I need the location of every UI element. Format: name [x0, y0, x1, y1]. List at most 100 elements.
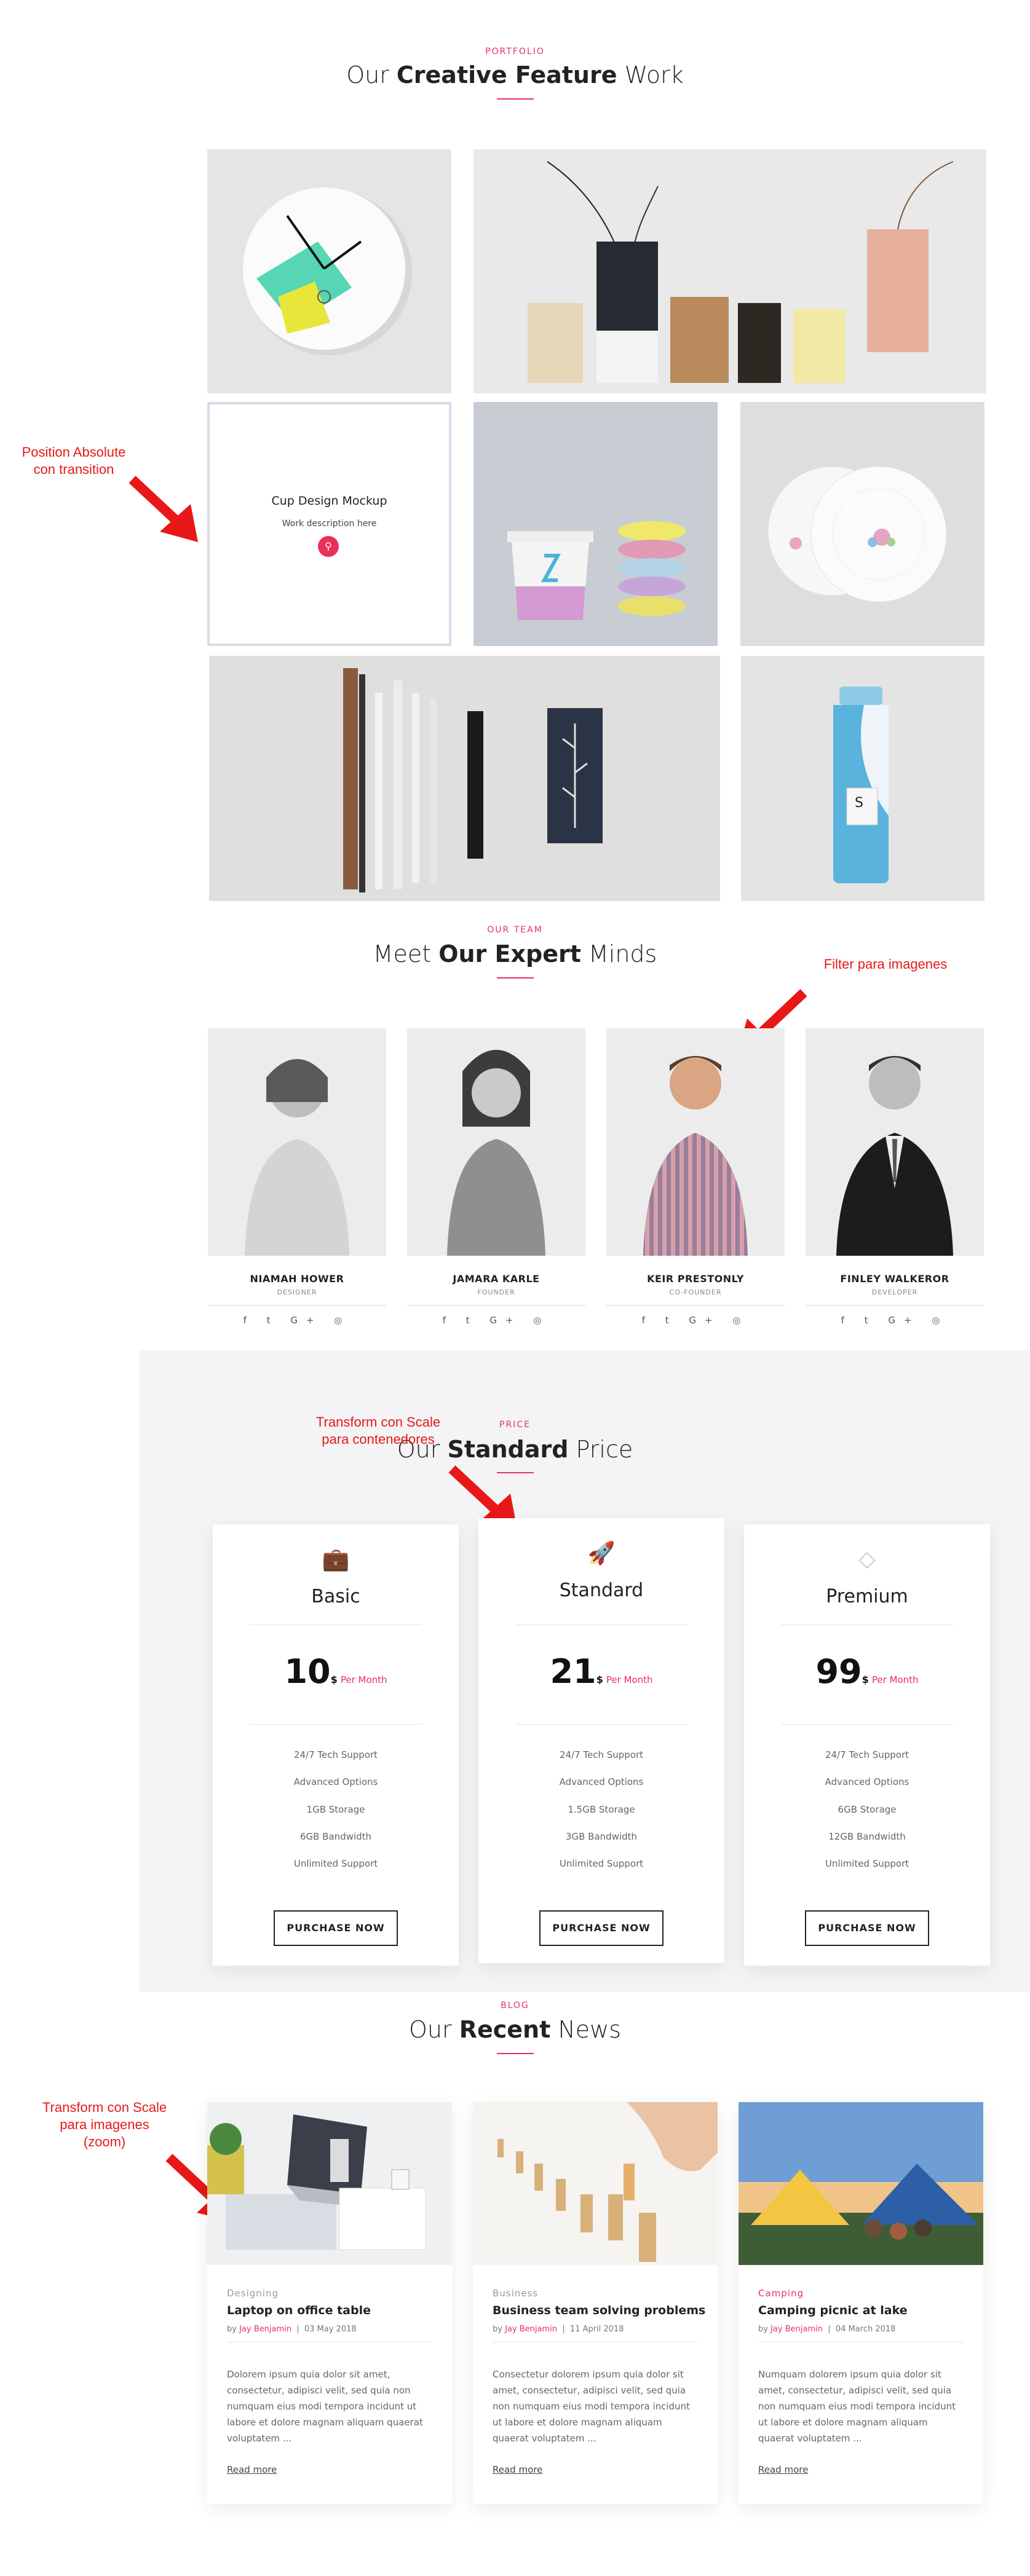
plan-feature: 1GB Storage: [306, 1804, 365, 1815]
annotation-transform-zoom: Transform con Scale para imagenes (zoom): [42, 2100, 167, 2149]
plan-feature: Advanced Options: [559, 1776, 644, 1787]
plan-feature: 3GB Bandwidth: [565, 1831, 638, 1842]
rocket-icon: 🚀: [587, 1541, 616, 1566]
blog-excerpt: Numquam dolorem ipsum quia dolor sit ame…: [758, 2369, 956, 2444]
clock-image: [207, 149, 451, 393]
team-photo: [407, 1028, 585, 1256]
plan-price: 10$ Per Month: [284, 1652, 387, 1691]
team-divider: [606, 1305, 785, 1306]
plan-feature: 1.5GB Storage: [568, 1804, 635, 1815]
purchase-now-button[interactable]: PURCHASE NOW: [274, 1910, 398, 1946]
portfolio-item-cup-hover[interactable]: Cup Design Mockup Work description here …: [207, 402, 451, 646]
tags-image: [473, 149, 986, 393]
plan-feature: 24/7 Tech Support: [293, 1749, 378, 1760]
plan-feature: Unlimited Support: [559, 1858, 644, 1869]
plan-feature: 6GB Bandwidth: [299, 1831, 372, 1842]
zoom-icon[interactable]: ⚲: [318, 536, 339, 557]
team-photo: [208, 1028, 386, 1256]
plates-image: [740, 402, 984, 646]
plan-divider: [515, 1724, 687, 1725]
team-member-name: NIAMAH HOWER: [250, 1273, 344, 1285]
plan-price: 99$ Per Month: [815, 1652, 919, 1691]
team-member-role: FOUNDER: [477, 1288, 515, 1296]
portfolio-item-clock[interactable]: [207, 149, 451, 393]
social-icons[interactable]: f t G+ ◎: [606, 1315, 785, 1326]
purchase-now-button[interactable]: PURCHASE NOW: [805, 1910, 929, 1946]
blog-category: Camping: [758, 2288, 804, 2299]
blog-post-title[interactable]: Camping picnic at lake: [758, 2304, 908, 2317]
plan-feature: Advanced Options: [293, 1776, 378, 1787]
annotation-transform-scale: Transform con Scale para contenedores: [315, 1414, 441, 1447]
blog-title: Our Recent News: [408, 2016, 622, 2043]
portfolio-title-underline: [497, 98, 534, 100]
portfolio-eyebrow: PORTFOLIO: [485, 47, 545, 57]
plan-feature: 12GB Bandwidth: [828, 1831, 906, 1842]
plan-divider: [781, 1724, 953, 1725]
stationery-image: [209, 656, 720, 901]
team-member-role: DEVELOPER: [871, 1288, 918, 1296]
coffee-macarons-image: [473, 402, 718, 646]
briefcase-icon: 💼: [322, 1547, 350, 1572]
blog-meta: by Jay Benjamin | 03 May 2018: [227, 2325, 357, 2334]
pricing-card-premium: ◇ Premium 99$ Per Month 24/7 Tech Suppor…: [744, 1524, 990, 1966]
social-icons[interactable]: f t G+ ◎: [208, 1315, 386, 1326]
team-card: JAMARA KARLE FOUNDER f t G+ ◎: [407, 1028, 585, 1326]
team-member-role: CO-FOUNDER: [669, 1288, 722, 1296]
blog-title-underline: [497, 2053, 534, 2054]
blog-post-title[interactable]: Laptop on office table: [227, 2304, 371, 2317]
portfolio-item-coffee[interactable]: [473, 402, 718, 646]
team-member-name: JAMARA KARLE: [453, 1273, 540, 1285]
plan-feature: Unlimited Support: [825, 1858, 909, 1869]
blog-post-title[interactable]: Business team solving problems: [493, 2304, 705, 2317]
pricing-card-basic: 💼 Basic 10$ Per Month 24/7 Tech Support …: [213, 1524, 459, 1966]
purchase-now-button[interactable]: PURCHASE NOW: [539, 1910, 664, 1946]
portfolio-item-bottle[interactable]: S: [741, 656, 984, 901]
team-card: FINLEY WALKEROR DEVELOPER f t G+ ◎: [806, 1028, 984, 1326]
annotation-position-absolute: Position Absolute con transition: [22, 444, 126, 477]
team-title-underline: [497, 977, 534, 979]
blog-eyebrow: BLOG: [501, 2001, 529, 2011]
annotation-arrow-position: [129, 476, 198, 542]
portfolio-item-tags[interactable]: [473, 149, 986, 393]
team-eyebrow: OUR TEAM: [487, 925, 543, 935]
portfolio-hover-desc: Work description here: [282, 519, 377, 529]
price-eyebrow: PRICE: [499, 1420, 531, 1430]
blog-card[interactable]: Designing Laptop on office table by Jay …: [207, 2102, 452, 2504]
plan-divider: [250, 1724, 422, 1725]
portfolio-item-plates[interactable]: [740, 402, 984, 646]
pricing-card-standard: 🚀 Standard 21$ Per Month 24/7 Tech Suppo…: [478, 1518, 724, 1963]
read-more-link[interactable]: Read more: [227, 2464, 277, 2475]
read-more-link[interactable]: Read more: [758, 2464, 808, 2475]
team-member-name: FINLEY WALKEROR: [840, 1273, 949, 1285]
blog-excerpt: Consectetur dolorem ipsum quia dolor sit…: [493, 2369, 690, 2444]
plan-feature: Unlimited Support: [293, 1858, 378, 1869]
team-divider: [806, 1305, 984, 1306]
plan-feature: 24/7 Tech Support: [825, 1749, 909, 1760]
svg-text:S: S: [855, 795, 863, 811]
plan-name: Standard: [559, 1580, 644, 1601]
plan-feature: 6GB Storage: [838, 1804, 897, 1815]
portfolio-title: Our Creative Feature Work: [346, 61, 684, 89]
plan-feature: Advanced Options: [825, 1776, 909, 1787]
blog-card[interactable]: Business Business team solving problems …: [473, 2102, 718, 2504]
annotation-filter: Filter para imagenes: [823, 956, 948, 972]
team-member-role: DESIGNER: [277, 1288, 317, 1296]
social-icons[interactable]: f t G+ ◎: [407, 1315, 585, 1326]
plan-price: 21$ Per Month: [550, 1652, 653, 1691]
blog-card[interactable]: Camping Camping picnic at lake by Jay Be…: [739, 2102, 983, 2504]
portfolio-hover-title: Cup Design Mockup: [271, 494, 387, 508]
diamond-icon: ◇: [858, 1546, 876, 1572]
portfolio-item-pencils[interactable]: [209, 656, 720, 901]
social-icons[interactable]: f t G+ ◎: [806, 1315, 984, 1326]
price-title: Our Standard Price: [397, 1436, 633, 1463]
blog-category: Designing: [227, 2288, 279, 2299]
team-divider: [407, 1305, 585, 1306]
plan-name: Premium: [826, 1586, 908, 1607]
team-card: KEIR PRESTONLY CO-FOUNDER f t G+ ◎: [606, 1028, 785, 1326]
team-member-name: KEIR PRESTONLY: [647, 1273, 744, 1285]
blog-excerpt: Dolorem ipsum quia dolor sit amet, conse…: [227, 2369, 423, 2444]
team-divider: [208, 1305, 386, 1306]
read-more-link[interactable]: Read more: [493, 2464, 542, 2475]
plan-name: Basic: [311, 1586, 360, 1607]
blog-image-laptop: [207, 2102, 452, 2265]
